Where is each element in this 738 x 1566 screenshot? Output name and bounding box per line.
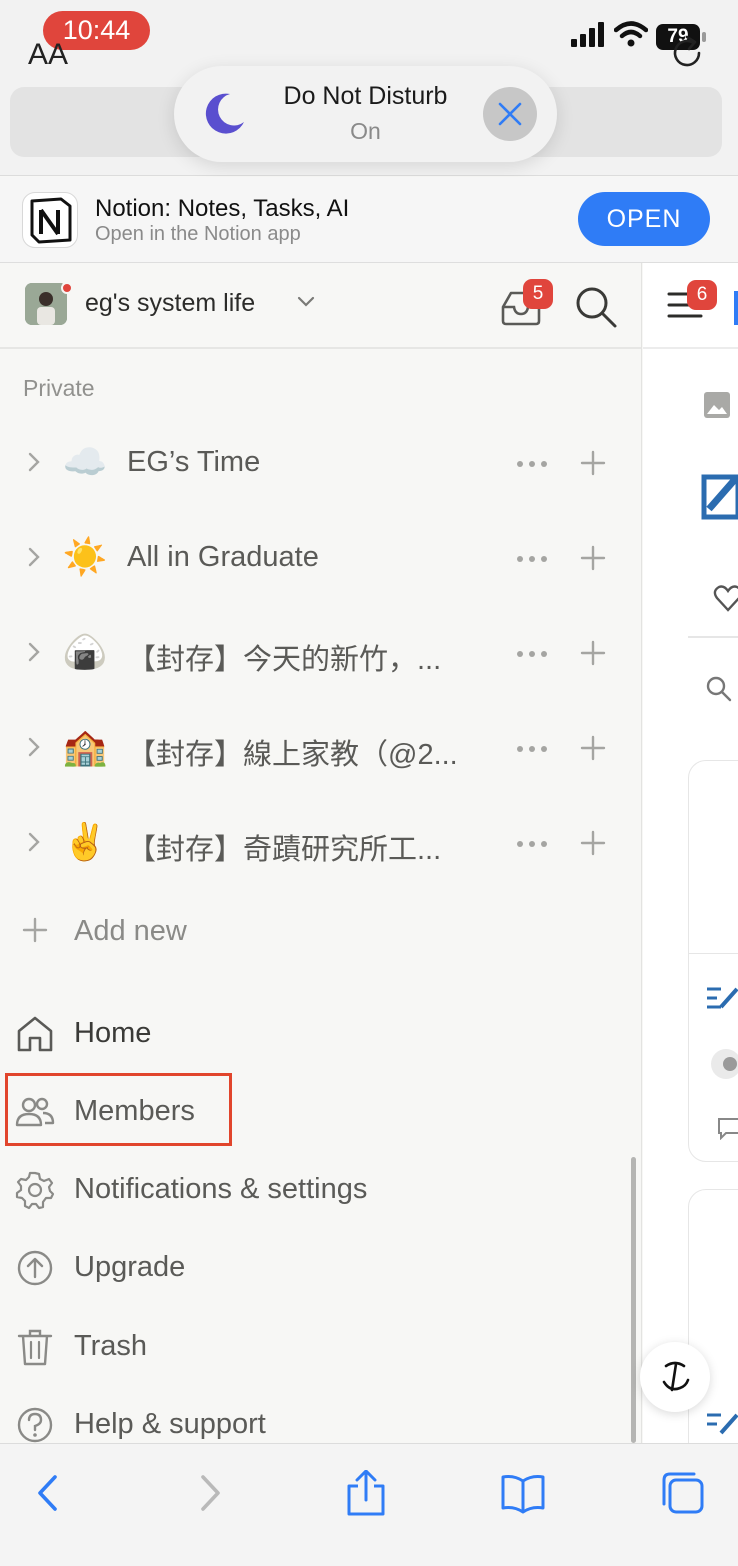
status-dot bbox=[723, 1057, 737, 1071]
sidebar-item-help-support[interactable]: Help & support bbox=[0, 1389, 641, 1443]
sidebar-page-all-in-graduate[interactable]: ☀️ All in Graduate bbox=[0, 511, 641, 606]
chevron-down-icon[interactable] bbox=[296, 295, 316, 309]
image-icon[interactable] bbox=[703, 391, 731, 419]
add-new-page-button[interactable]: Add new bbox=[0, 895, 641, 965]
comment-icon[interactable] bbox=[717, 1116, 738, 1140]
help-icon bbox=[17, 1407, 53, 1443]
forward-icon[interactable] bbox=[186, 1470, 232, 1516]
chevron-right-icon[interactable] bbox=[26, 830, 42, 854]
do-not-disturb-notification[interactable]: Do Not Disturb On bbox=[174, 66, 557, 162]
search-icon[interactable] bbox=[574, 285, 618, 329]
notion-sidebar: eg's system life 5 Private ☁️ EG’s Time … bbox=[0, 263, 642, 1443]
page-header: 6 bbox=[643, 263, 738, 349]
sidebar-item-label: Notifications & settings bbox=[74, 1173, 368, 1205]
more-icon[interactable] bbox=[516, 745, 548, 753]
page-content-peek: 6 bbox=[643, 263, 738, 1443]
sidebar-page-archive-miracle-institute[interactable]: ✌️ 【封存】奇蹟研究所工... bbox=[0, 796, 641, 891]
notification-dot bbox=[61, 282, 73, 294]
dnd-close-button[interactable] bbox=[483, 87, 537, 141]
close-icon bbox=[498, 102, 522, 126]
sidebar-page-title: EG’s Time bbox=[127, 446, 261, 478]
rice-ball-icon: 🍙 bbox=[62, 631, 108, 672]
sidebar-page-title: 【封存】奇蹟研究所工... bbox=[127, 834, 442, 866]
list-icon bbox=[707, 1413, 738, 1435]
members-highlight-box bbox=[5, 1073, 232, 1146]
ai-face-icon bbox=[662, 1361, 690, 1392]
victory-hand-icon: ✌️ bbox=[62, 821, 108, 862]
sidebar-scrollbar[interactable] bbox=[631, 1157, 636, 1443]
sidebar-page-archive-tutoring[interactable]: 🏫 【封存】線上家教（@2... bbox=[0, 701, 641, 796]
inbox-badge: 5 bbox=[523, 279, 553, 309]
add-icon[interactable] bbox=[580, 830, 606, 856]
sidebar-item-label: Help & support bbox=[74, 1408, 266, 1440]
sidebar-item-trash[interactable]: Trash bbox=[0, 1311, 641, 1383]
banner-app-subtitle: Open in the Notion app bbox=[95, 223, 301, 245]
divider bbox=[688, 953, 738, 954]
sidebar-item-upgrade[interactable]: Upgrade bbox=[0, 1232, 641, 1304]
sidebar-item-label: Home bbox=[74, 1017, 152, 1049]
cloud-icon: ☁️ bbox=[62, 441, 108, 482]
more-icon[interactable] bbox=[516, 460, 548, 468]
bookmarks-icon[interactable] bbox=[500, 1470, 546, 1516]
add-new-label: Add new bbox=[74, 915, 187, 947]
upgrade-arrow-icon bbox=[17, 1250, 53, 1286]
sidebar-item-label: Upgrade bbox=[74, 1251, 186, 1283]
sidebar-item-label: Trash bbox=[74, 1330, 148, 1362]
home-icon bbox=[17, 1016, 53, 1052]
add-icon[interactable] bbox=[580, 545, 606, 571]
cellular-signal-icon bbox=[571, 22, 604, 47]
text-size-button[interactable]: AA bbox=[28, 38, 68, 72]
status-bar: 10:44 79 bbox=[0, 0, 738, 68]
private-section-label[interactable]: Private bbox=[23, 375, 95, 402]
more-icon[interactable] bbox=[516, 840, 548, 848]
notion-ai-button[interactable] bbox=[640, 1342, 710, 1412]
text-size-label: AA bbox=[28, 38, 69, 71]
banner-app-title: Notion: Notes, Tasks, AI bbox=[95, 195, 350, 222]
notion-app-icon bbox=[22, 192, 78, 248]
sidebar-item-home[interactable]: Home bbox=[0, 998, 641, 1070]
sidebar-page-archive-hsinchu[interactable]: 🍙 【封存】今天的新竹，... bbox=[0, 606, 641, 701]
sidebar-page-eg-time[interactable]: ☁️ EG’s Time bbox=[0, 416, 641, 511]
list-icon bbox=[707, 987, 738, 1009]
add-icon[interactable] bbox=[580, 450, 606, 476]
add-icon[interactable] bbox=[580, 640, 606, 666]
edit-icon bbox=[701, 474, 738, 520]
tabs-icon[interactable] bbox=[660, 1470, 706, 1516]
chevron-right-icon[interactable] bbox=[26, 450, 42, 474]
content-card[interactable] bbox=[688, 760, 738, 1162]
school-icon: 🏫 bbox=[62, 726, 108, 767]
plus-icon bbox=[22, 917, 48, 943]
share-icon[interactable] bbox=[343, 1470, 389, 1516]
sidebar-page-title: All in Graduate bbox=[127, 541, 319, 573]
sidebar-page-title: 【封存】線上家教（@2... bbox=[127, 739, 458, 771]
wifi-icon bbox=[614, 21, 648, 47]
reload-icon[interactable] bbox=[668, 34, 706, 72]
open-app-button[interactable]: OPEN bbox=[578, 192, 710, 246]
sidebar-page-title: 【封存】今天的新竹，... bbox=[127, 644, 442, 676]
chevron-right-icon[interactable] bbox=[26, 640, 42, 664]
menu-badge: 6 bbox=[687, 280, 717, 310]
chevron-right-icon[interactable] bbox=[26, 545, 42, 569]
sun-icon: ☀️ bbox=[62, 536, 108, 577]
trash-icon bbox=[17, 1329, 53, 1366]
sidebar-item-notifications-settings[interactable]: Notifications & settings bbox=[0, 1154, 641, 1226]
more-icon[interactable] bbox=[516, 650, 548, 658]
divider bbox=[688, 636, 738, 638]
add-icon[interactable] bbox=[580, 735, 606, 761]
chevron-right-icon[interactable] bbox=[26, 735, 42, 759]
more-icon[interactable] bbox=[516, 555, 548, 563]
gear-icon bbox=[15, 1171, 55, 1210]
workspace-name[interactable]: eg's system life bbox=[85, 289, 255, 318]
workspace-header: eg's system life 5 bbox=[0, 263, 641, 349]
browser-toolbar bbox=[0, 1443, 738, 1566]
header-accent bbox=[734, 291, 738, 325]
search-icon[interactable] bbox=[705, 675, 733, 703]
heart-icon[interactable] bbox=[713, 583, 738, 613]
back-icon[interactable] bbox=[26, 1470, 72, 1516]
smart-app-banner: Notion: Notes, Tasks, AI Open in the Not… bbox=[0, 177, 738, 263]
